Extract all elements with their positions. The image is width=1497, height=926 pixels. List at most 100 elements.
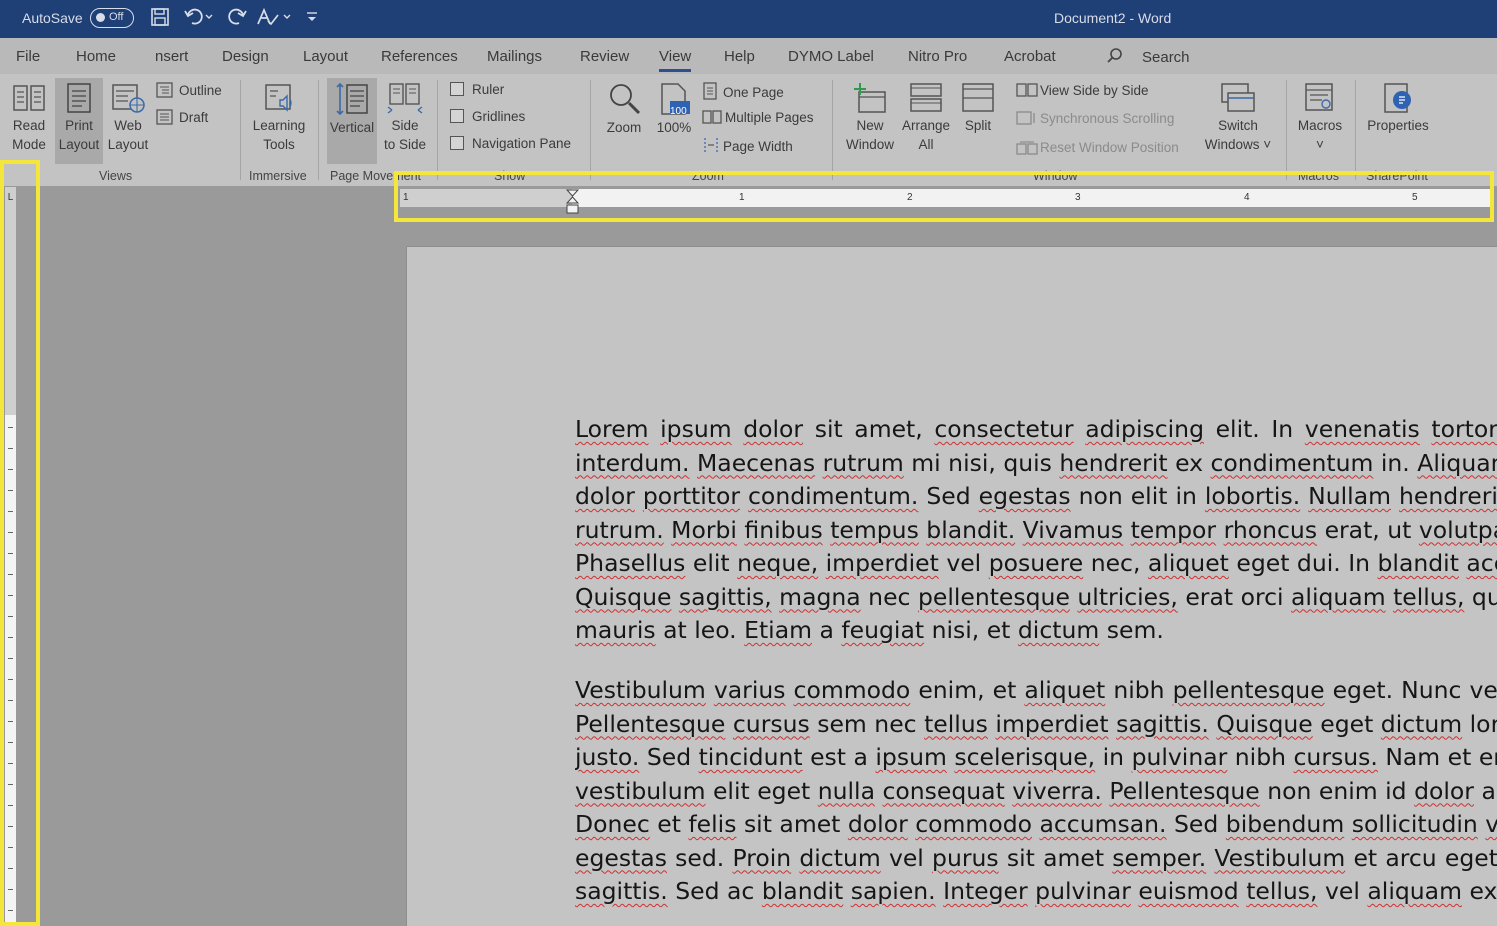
ruler-label: Ruler	[472, 82, 505, 97]
tab-help[interactable]: Help	[724, 48, 755, 65]
ribbon-tabs: File Home nsert Design Layout References…	[0, 38, 1497, 74]
tab-review[interactable]: Review	[580, 48, 629, 65]
autosave-toggle[interactable]: Off	[90, 8, 134, 28]
search-icon	[1107, 48, 1122, 63]
customize-qat-icon[interactable]	[305, 7, 319, 32]
draft-button[interactable]: Draft	[156, 109, 208, 125]
one-page-icon	[703, 82, 717, 100]
paragraph-line: Pellentesque cursus sem nec tellus imper…	[575, 709, 1497, 738]
paragraph-line: sagittis. Sed ac blandit sapien. Integer…	[575, 877, 1497, 905]
search-box[interactable]: Search	[1106, 47, 1190, 66]
tab-view[interactable]: View	[659, 48, 692, 72]
synchronous-scrolling-button[interactable]: Synchronous Scrolling	[1016, 110, 1174, 126]
multiple-pages-label: Multiple Pages	[725, 110, 814, 125]
vertical-ruler-highlight	[0, 160, 40, 926]
tab-design[interactable]: Design	[222, 48, 269, 65]
split-label: Split	[964, 118, 992, 133]
print-layout-button[interactable]: Print Layout	[55, 78, 103, 164]
page-width-button[interactable]: Page Width	[702, 136, 793, 154]
macros-button[interactable]: Macros ˅	[1292, 82, 1348, 154]
tab-dymo-label[interactable]: DYMO Label	[788, 48, 874, 65]
tab-mailings[interactable]: Mailings	[487, 48, 542, 65]
undo-icon[interactable]	[184, 7, 214, 32]
learning-tools-button[interactable]: Learning Tools	[248, 82, 310, 154]
arrange-all-button[interactable]: Arrange All	[899, 82, 953, 154]
tab-home[interactable]: Home	[76, 48, 116, 65]
paragraph-line: justo. Sed tincidunt est a ipsum sceleri…	[575, 743, 1497, 771]
gridlines-checkbox[interactable]: Gridlines	[450, 109, 525, 124]
ruler-check-box[interactable]	[450, 82, 464, 96]
read-mode-line1: Read	[12, 118, 46, 133]
navigation-pane-check-box[interactable]	[450, 136, 464, 150]
reset-window-position-button[interactable]: Reset Window Position	[1016, 139, 1179, 155]
spelling-icon[interactable]	[256, 7, 296, 32]
horizontal-ruler-highlight	[394, 171, 1494, 222]
macros-icon	[1305, 83, 1333, 111]
web-layout-button[interactable]: Web Layout	[105, 82, 151, 154]
redo-icon[interactable]	[227, 7, 249, 32]
web-layout-line2: Layout	[107, 137, 149, 152]
new-window-line1: New	[856, 118, 884, 133]
gridlines-label: Gridlines	[472, 109, 526, 124]
tab-insert[interactable]: nsert	[155, 48, 188, 65]
outline-label: Outline	[179, 83, 222, 98]
paragraph-line: Phasellus elit neque, imperdiet vel posu…	[575, 549, 1497, 577]
arrange-all-line2: All	[918, 137, 934, 152]
group-separator	[1355, 80, 1356, 180]
tab-file[interactable]: File	[16, 48, 40, 65]
print-layout-line2: Layout	[58, 137, 100, 152]
group-separator	[437, 80, 438, 180]
one-page-label: One Page	[723, 85, 784, 100]
draft-icon	[156, 109, 173, 125]
multiple-pages-button[interactable]: Multiple Pages	[702, 109, 814, 125]
vertical-label: Vertical	[329, 120, 375, 135]
page-width-label: Page Width	[723, 139, 793, 154]
gridlines-check-box[interactable]	[450, 109, 464, 123]
search-label: Search	[1142, 49, 1190, 66]
tab-layout[interactable]: Layout	[303, 48, 348, 65]
outline-button[interactable]: Outline	[156, 82, 222, 98]
zoom-button[interactable]: Zoom	[600, 82, 648, 137]
new-window-button[interactable]: New Window	[840, 82, 900, 154]
split-button[interactable]: Split	[956, 82, 1000, 135]
side-by-side-icon	[1016, 83, 1038, 97]
document-page[interactable]: Lorem ipsum dolor sit amet, consectetur …	[406, 246, 1497, 926]
learning-tools-line2: Tools	[263, 137, 295, 152]
navigation-pane-label: Navigation Pane	[472, 136, 572, 151]
zoom-100-button[interactable]: 100 100%	[654, 82, 694, 137]
one-page-button[interactable]: One Page	[702, 82, 784, 100]
save-icon[interactable]	[150, 7, 170, 32]
tab-nitro-pro[interactable]: Nitro Pro	[908, 48, 967, 65]
side-to-side-button[interactable]: Side to Side	[381, 82, 429, 154]
magnifier-icon	[610, 84, 641, 115]
view-side-by-side-label: View Side by Side	[1040, 83, 1149, 98]
properties-button[interactable]: Properties	[1362, 82, 1434, 135]
view-side-by-side-button[interactable]: View Side by Side	[1016, 82, 1149, 98]
sharepoint-properties-icon	[1384, 83, 1411, 113]
reset-window-position-label: Reset Window Position	[1040, 140, 1179, 155]
group-separator	[240, 80, 241, 180]
switch-windows-button[interactable]: Switch Windows ˅	[1200, 82, 1276, 154]
tab-references[interactable]: References	[381, 48, 458, 65]
page-width-icon	[704, 138, 718, 152]
immersive-group-label: Immersive	[249, 169, 307, 183]
vertical-icon	[336, 82, 368, 116]
read-mode-button[interactable]: Read Mode	[6, 82, 52, 154]
body-paragraph[interactable]: Vestibulum varius commodo enim, et aliqu…	[575, 676, 1497, 911]
group-separator	[1286, 80, 1287, 180]
zoom-100-icon-text: 100	[670, 106, 687, 117]
body-paragraph[interactable]: Lorem ipsum dolor sit amet, consectetur …	[575, 415, 1497, 650]
arrange-all-line1: Arrange	[901, 118, 951, 133]
ruler-checkbox[interactable]: Ruler	[450, 82, 504, 97]
properties-label: Properties	[1367, 118, 1429, 133]
paragraph-line: Vestibulum varius commodo enim, et aliqu…	[575, 676, 1497, 704]
navigation-pane-checkbox[interactable]: Navigation Pane	[450, 136, 571, 151]
switch-windows-line1: Switch	[1218, 118, 1258, 133]
paragraph-line: interdum. Maecenas rutrum mi nisi, quis …	[575, 448, 1497, 477]
autosave-label: AutoSave	[22, 10, 83, 26]
vertical-button[interactable]: Vertical	[327, 78, 377, 164]
group-separator	[590, 80, 591, 180]
synchronous-scrolling-label: Synchronous Scrolling	[1040, 111, 1175, 126]
tab-acrobat[interactable]: Acrobat	[1004, 48, 1056, 65]
arrange-all-icon	[910, 83, 942, 112]
